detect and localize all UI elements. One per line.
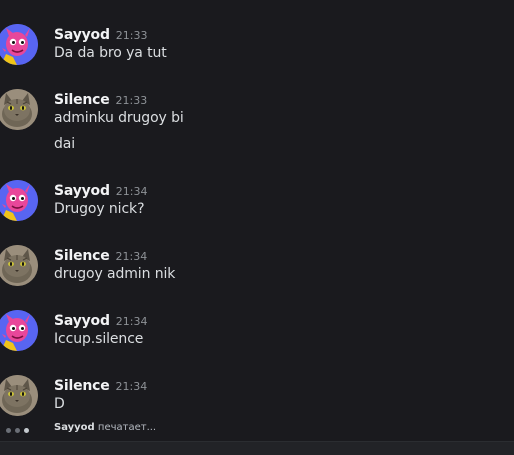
username[interactable]: Sayyod [54,27,110,43]
timestamp: 21:34 [115,185,148,198]
username[interactable]: Sayyod [54,313,110,329]
pink-creature-icon [0,24,38,65]
message-header: Sayyod 21:34 [54,180,148,199]
message-text: Da da bro ya tut [54,45,167,61]
message-header: Silence 21:33 [54,89,148,108]
typing-dot-icon [15,428,20,433]
typing-suffix: печатает... [97,422,157,433]
timestamp: 21:33 [115,29,148,42]
message-header: Silence 21:34 [54,375,148,394]
avatar[interactable] [0,375,38,416]
avatar[interactable] [0,245,38,286]
username[interactable]: Silence [54,92,110,108]
avatar[interactable] [0,180,38,221]
typing-dot-icon [6,428,11,433]
message-composer[interactable] [0,442,514,455]
avatar[interactable] [0,89,38,130]
cat-icon [0,89,38,130]
chat-window: Sayyod 21:33 Da da bro ya tut Silence 21:3… [0,0,514,455]
timestamp: 21:34 [115,380,148,393]
cat-icon [0,375,38,416]
cat-icon [0,245,38,286]
avatar[interactable] [0,310,38,351]
typing-indicator: Sayyod печатает... [0,421,514,439]
username[interactable]: Silence [54,378,110,394]
message-text: dai [54,136,76,152]
message-header: Sayyod 21:34 [54,310,148,329]
message-text: D [54,396,65,412]
avatar[interactable] [0,24,38,65]
message-text: Iccup.silence [54,331,144,347]
username[interactable]: Sayyod [54,183,110,199]
timestamp: 21:34 [115,315,148,328]
username[interactable]: Silence [54,248,110,264]
typing-text: Sayyod печатает... [54,422,156,433]
typing-user[interactable]: Sayyod [54,422,95,433]
message-text: adminku drugoy bi [54,110,184,126]
typing-dot-icon [24,428,29,433]
message-text: drugoy admin nik [54,266,176,282]
pink-creature-icon [0,310,38,351]
timestamp: 21:34 [115,250,148,263]
pink-creature-icon [0,180,38,221]
message-header: Sayyod 21:33 [54,24,148,43]
timestamp: 21:33 [115,94,148,107]
message-header: Silence 21:34 [54,245,148,264]
message-text: Drugoy nick? [54,201,145,217]
